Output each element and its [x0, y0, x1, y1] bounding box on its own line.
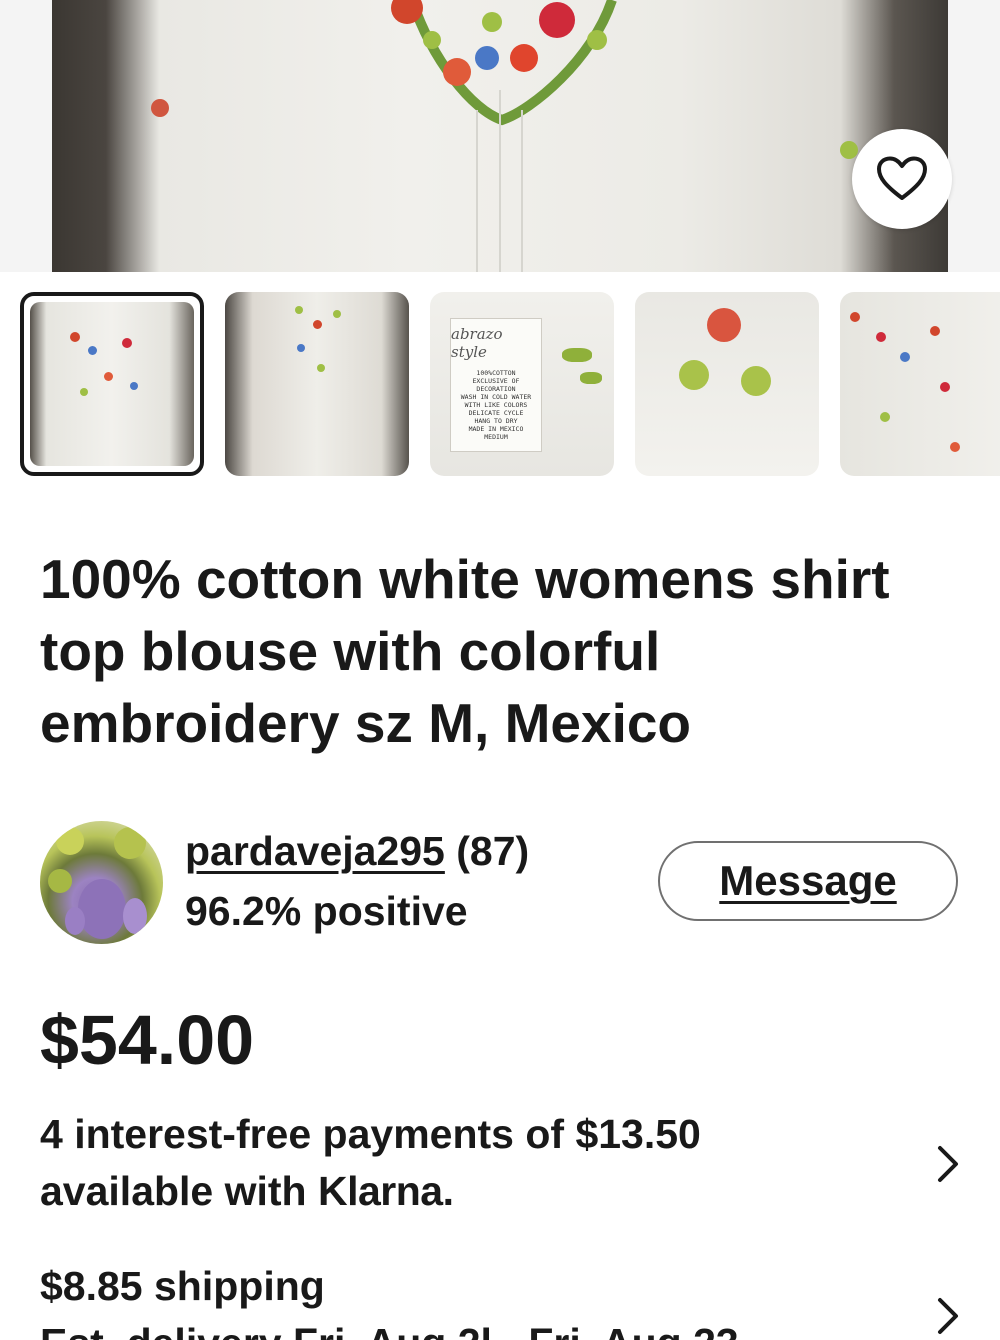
thumbnail-image	[30, 302, 194, 466]
shipping-cost: $8.85 shipping	[40, 1263, 325, 1309]
avatar-image	[48, 827, 147, 939]
delivery-estimate: Est. delivery Fri, Aug 2l - Fri, Aug 23	[40, 1320, 840, 1340]
item-price: $54.00	[40, 1001, 255, 1079]
thumbnail-3[interactable]: abrazo style 100%COTTON EXCLUSIVE OF DEC…	[430, 292, 614, 476]
thumbnail-image	[840, 292, 1000, 476]
heart-icon	[877, 156, 927, 200]
seller-avatar[interactable]	[40, 821, 163, 944]
chevron-right-icon	[938, 1298, 958, 1334]
shipping-row[interactable]: $8.85 shipping Est. delivery Fri, Aug 2l…	[40, 1258, 960, 1340]
message-seller-button[interactable]: Message	[658, 841, 958, 921]
thumbnail-strip[interactable]: abrazo style 100%COTTON EXCLUSIVE OF DEC…	[20, 292, 1000, 478]
embroidery-illustration	[151, 0, 858, 272]
listing-title: 100% cotton white womens shirt top blous…	[40, 548, 890, 754]
product-photo	[52, 0, 948, 272]
thumbnail-5[interactable]	[840, 292, 1000, 476]
seller-positive-rating: 96.2% positive	[185, 888, 468, 934]
klarna-logo: Klarna.	[318, 1168, 454, 1214]
thumbnail-image	[225, 292, 409, 476]
installments-row[interactable]: 4 interest-free payments of $13.50 avail…	[40, 1106, 960, 1222]
thumbnail-1[interactable]	[20, 292, 204, 476]
product-image[interactable]	[0, 0, 1000, 272]
delivery-estimate-text: Est. delivery Fri, Aug 2l - Fri, Aug 23	[40, 1320, 840, 1340]
installments-text: 4 interest-free payments of $13.50 avail…	[40, 1106, 860, 1220]
seller-info: pardaveja295 (87)	[185, 826, 529, 876]
seller-name-link[interactable]: pardaveja295	[185, 828, 445, 874]
thumbnail-4[interactable]	[635, 292, 819, 476]
thumbnail-2[interactable]	[225, 292, 409, 476]
installments-line1: 4 interest-free payments of $13.50	[40, 1111, 701, 1157]
installments-line2: available with Klarna.	[40, 1163, 860, 1220]
label-brand: abrazo style	[451, 325, 503, 361]
thumbnail-image	[635, 292, 819, 476]
label-text: 100%COTTON EXCLUSIVE OF DECORATION WASH …	[460, 369, 532, 441]
watch-button[interactable]	[852, 129, 952, 229]
seller-feedback-count: (87)	[456, 828, 530, 874]
chevron-right-icon	[938, 1146, 958, 1182]
thumbnail-image: abrazo style 100%COTTON EXCLUSIVE OF DEC…	[430, 292, 614, 476]
installments-line2-prefix: available with	[40, 1168, 318, 1214]
care-label: abrazo style 100%COTTON EXCLUSIVE OF DEC…	[450, 318, 542, 452]
